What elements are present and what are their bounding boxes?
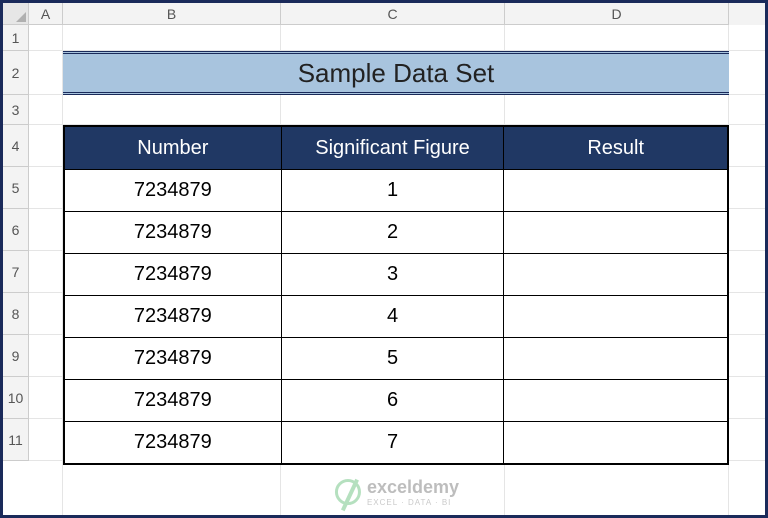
row-header-2[interactable]: 2 xyxy=(3,51,29,95)
table-row: 72348794 xyxy=(65,295,727,337)
col-header-sigfig[interactable]: Significant Figure xyxy=(282,127,505,169)
row-header-7[interactable]: 7 xyxy=(3,251,29,293)
data-table: Number Significant Figure Result 7234879… xyxy=(63,125,729,465)
cell-result[interactable] xyxy=(504,379,727,421)
title-text: Sample Data Set xyxy=(298,58,495,89)
cell-result[interactable] xyxy=(504,211,727,253)
cell-number[interactable]: 7234879 xyxy=(65,421,282,463)
table-row: 72348791 xyxy=(65,169,727,211)
table-row: 72348796 xyxy=(65,379,727,421)
column-header-B[interactable]: B xyxy=(63,3,281,25)
cell-sigfig[interactable]: 3 xyxy=(282,253,505,295)
table-row: 72348792 xyxy=(65,211,727,253)
cell-result[interactable] xyxy=(504,169,727,211)
cell-sigfig[interactable]: 2 xyxy=(282,211,505,253)
cell-number[interactable]: 7234879 xyxy=(65,379,282,421)
select-all-corner[interactable] xyxy=(3,3,29,25)
cell-result[interactable] xyxy=(504,337,727,379)
cell-sigfig[interactable]: 5 xyxy=(282,337,505,379)
col-header-result[interactable]: Result xyxy=(504,127,727,169)
watermark-text: exceldemy xyxy=(367,477,459,498)
watermark-subtext: EXCEL · DATA · BI xyxy=(367,498,459,507)
row-headers: 1234567891011 xyxy=(3,25,29,461)
table-header-row: Number Significant Figure Result xyxy=(65,127,727,169)
table-row: 72348793 xyxy=(65,253,727,295)
cell-number[interactable]: 7234879 xyxy=(65,169,282,211)
row-header-6[interactable]: 6 xyxy=(3,209,29,251)
cell-sigfig[interactable]: 7 xyxy=(282,421,505,463)
row-header-8[interactable]: 8 xyxy=(3,293,29,335)
cell-sigfig[interactable]: 4 xyxy=(282,295,505,337)
row-header-9[interactable]: 9 xyxy=(3,335,29,377)
row-header-10[interactable]: 10 xyxy=(3,377,29,419)
cell-number[interactable]: 7234879 xyxy=(65,211,282,253)
watermark-logo-icon xyxy=(335,479,361,505)
title-banner: Sample Data Set xyxy=(63,51,729,95)
column-header-C[interactable]: C xyxy=(281,3,505,25)
cell-number[interactable]: 7234879 xyxy=(65,295,282,337)
table-row: 72348795 xyxy=(65,337,727,379)
watermark: exceldemy EXCEL · DATA · BI xyxy=(335,477,459,507)
row-header-11[interactable]: 11 xyxy=(3,419,29,461)
cell-result[interactable] xyxy=(504,295,727,337)
row-header-4[interactable]: 4 xyxy=(3,125,29,167)
sheet-grid[interactable]: Sample Data Set Number Significant Figur… xyxy=(29,25,765,515)
row-header-5[interactable]: 5 xyxy=(3,167,29,209)
cell-sigfig[interactable]: 6 xyxy=(282,379,505,421)
column-header-A[interactable]: A xyxy=(29,3,63,25)
col-header-number[interactable]: Number xyxy=(65,127,282,169)
cell-result[interactable] xyxy=(504,253,727,295)
column-header-D[interactable]: D xyxy=(505,3,729,25)
cell-number[interactable]: 7234879 xyxy=(65,253,282,295)
table-row: 72348797 xyxy=(65,421,727,463)
spreadsheet-frame: ABCD 1234567891011 Sample Data Set Numbe… xyxy=(0,0,768,518)
cell-number[interactable]: 7234879 xyxy=(65,337,282,379)
row-header-1[interactable]: 1 xyxy=(3,25,29,51)
column-headers: ABCD xyxy=(29,3,765,25)
cell-result[interactable] xyxy=(504,421,727,463)
cell-sigfig[interactable]: 1 xyxy=(282,169,505,211)
row-header-3[interactable]: 3 xyxy=(3,95,29,125)
